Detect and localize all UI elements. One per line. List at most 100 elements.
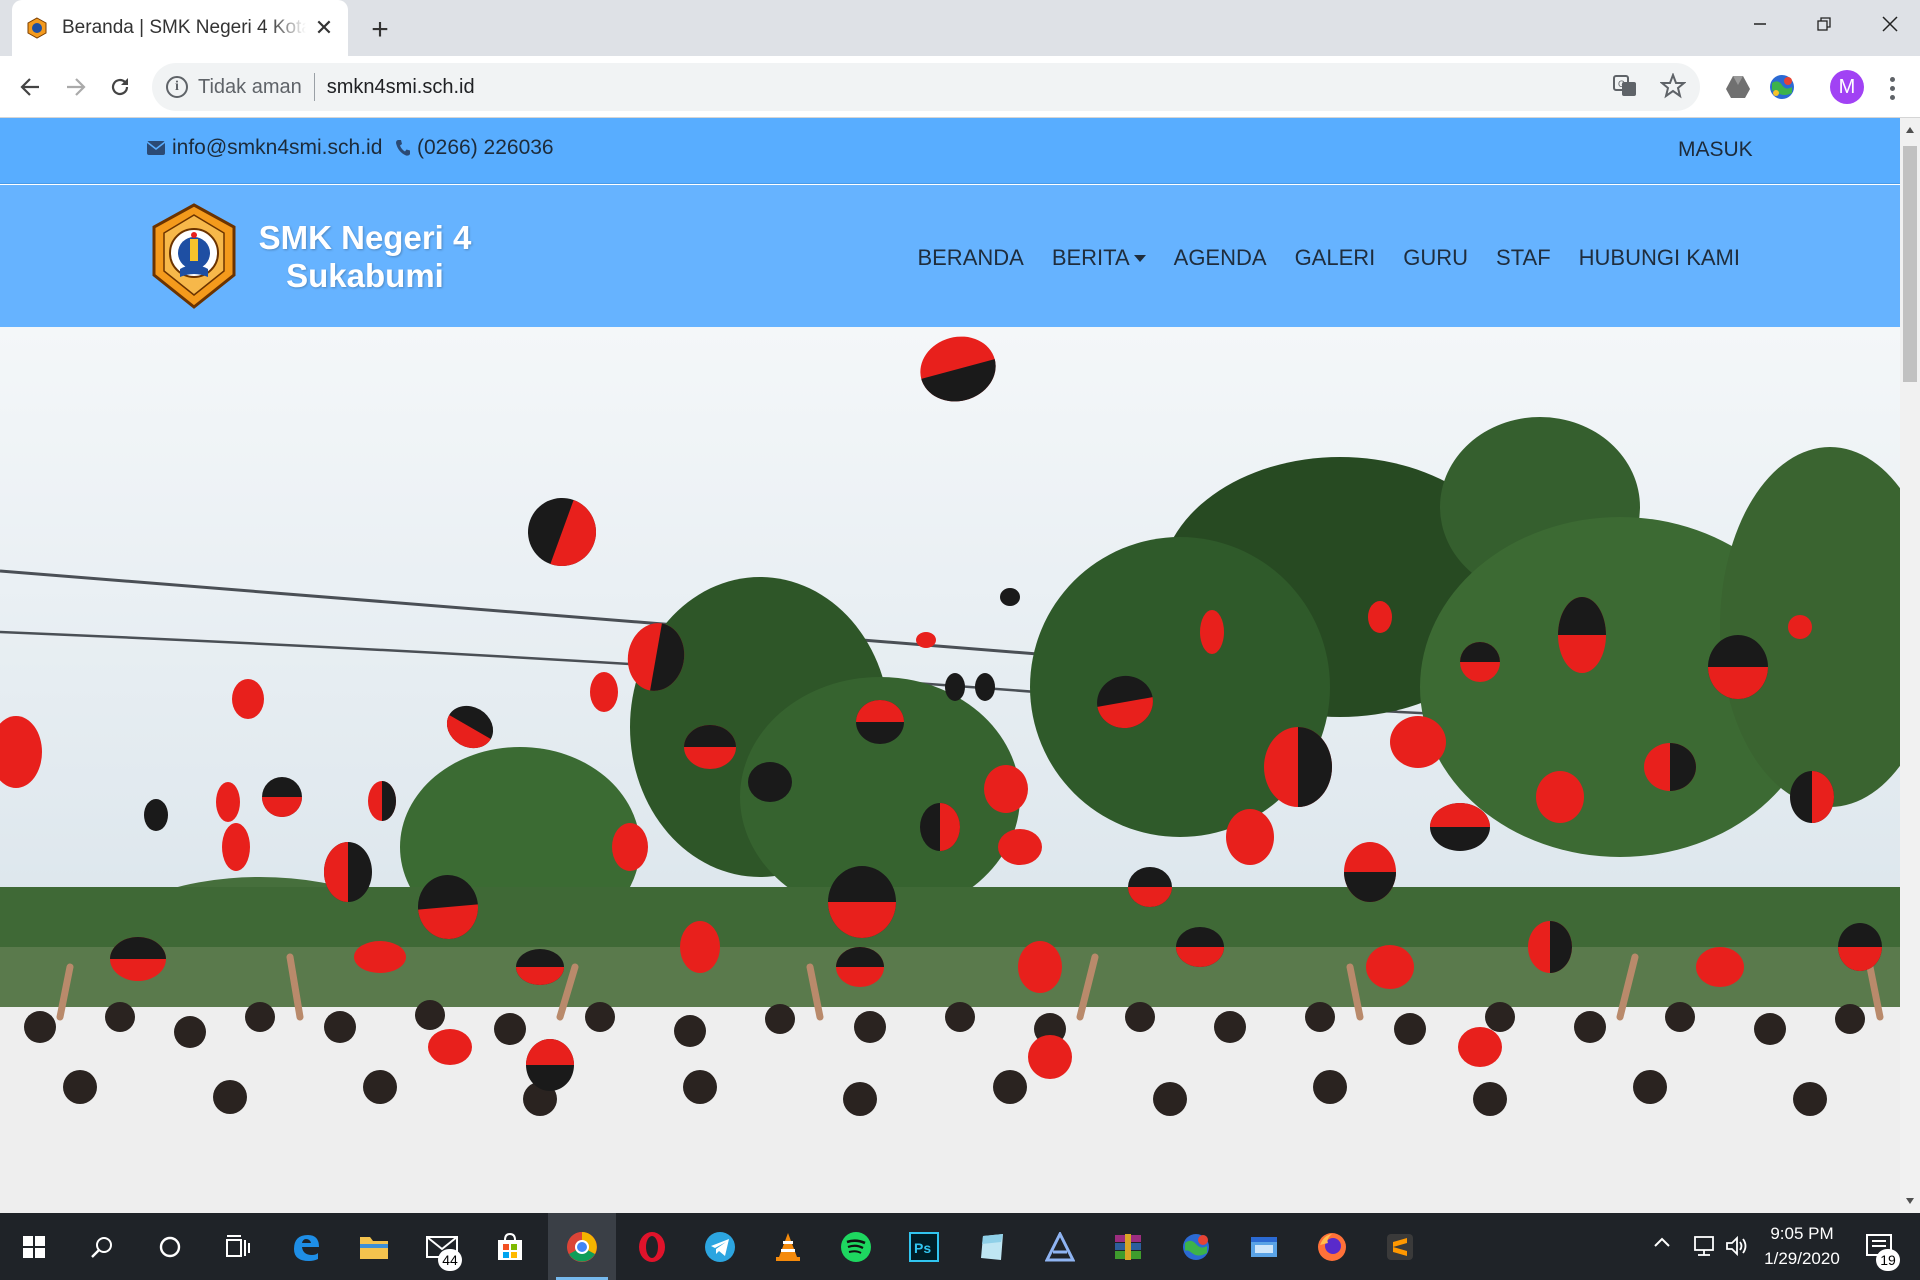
brand-title[interactable]: SMK Negeri 4 Sukabumi	[250, 219, 480, 295]
taskbar-edge[interactable]	[272, 1213, 340, 1280]
nav-berita-label: BERITA	[1051, 245, 1130, 270]
address-bar[interactable]: i Tidak aman smkn4smi.sch.id G	[152, 63, 1700, 111]
security-status[interactable]: Tidak aman	[198, 76, 302, 99]
tab-title: Beranda | SMK Negeri 4 Kota Sukabumi	[62, 17, 306, 38]
omnibox-actions: G	[1612, 73, 1686, 99]
volume-icon[interactable]	[1724, 1234, 1750, 1258]
info-icon[interactable]: i	[166, 76, 188, 98]
taskbar-winrar[interactable]	[1094, 1213, 1162, 1280]
windows-logo-icon	[23, 1235, 45, 1258]
firefox-icon	[1318, 1232, 1346, 1261]
caret-down-icon	[1133, 254, 1146, 262]
email-text[interactable]: info@smkn4smi.sch.id	[172, 136, 382, 160]
svg-text:Ps: Ps	[914, 1240, 931, 1256]
envelope-icon	[146, 141, 166, 155]
translate-icon[interactable]: G	[1612, 73, 1638, 99]
reload-icon	[111, 78, 129, 96]
taskbar-notes[interactable]	[958, 1213, 1026, 1280]
email-contact[interactable]: info@smkn4smi.sch.id	[146, 136, 382, 160]
task-view-button[interactable]	[204, 1213, 272, 1280]
bookmark-star-icon[interactable]	[1660, 73, 1686, 99]
browser-menu-button[interactable]	[1878, 72, 1906, 104]
taskbar-chrome[interactable]	[548, 1213, 616, 1280]
chevron-up-icon[interactable]	[1652, 1233, 1672, 1253]
task-view-icon	[226, 1234, 250, 1257]
nav-berita-dropdown[interactable]: BERITA	[1052, 245, 1146, 271]
globe-app-icon	[1183, 1233, 1209, 1260]
close-icon	[1882, 16, 1898, 32]
notes-app-icon	[981, 1233, 1003, 1260]
back-button[interactable]	[12, 69, 48, 105]
nav-beranda[interactable]: BERANDA	[917, 245, 1023, 271]
spotify-icon	[841, 1231, 871, 1262]
nav-staf[interactable]: STAF	[1496, 245, 1551, 271]
site-navbar: SMK Negeri 4 Sukabumi BERANDA BERITA AGE…	[0, 185, 1900, 327]
taskbar-app-window[interactable]	[1230, 1213, 1298, 1280]
edge-browser-icon	[294, 1234, 319, 1261]
phone-contact[interactable]: (0266) 226036	[395, 136, 554, 160]
close-window-button[interactable]	[1866, 6, 1914, 42]
nav-galeri[interactable]: GALERI	[1295, 245, 1376, 271]
hero-banner-image	[0, 327, 1900, 1213]
start-button[interactable]	[0, 1213, 68, 1280]
nav-agenda[interactable]: AGENDA	[1174, 245, 1267, 271]
telegram-icon	[705, 1231, 735, 1262]
taskbar-sublime[interactable]	[1366, 1213, 1434, 1280]
taskbar-mail[interactable]: 44	[408, 1213, 476, 1280]
phone-text: (0266) 226036	[417, 136, 554, 159]
taskbar-telegram[interactable]	[686, 1213, 754, 1280]
arrow-right-icon	[67, 78, 86, 96]
phone-icon	[396, 140, 410, 156]
minimize-window-button[interactable]	[1736, 6, 1784, 42]
winrar-icon	[1115, 1233, 1141, 1260]
url-text[interactable]: smkn4smi.sch.id	[327, 76, 475, 99]
new-tab-button[interactable]: +	[362, 12, 398, 48]
cortana-button[interactable]	[136, 1213, 204, 1280]
taskbar-file-explorer[interactable]	[340, 1213, 408, 1280]
window-app-icon	[1251, 1236, 1277, 1257]
nav-guru[interactable]: GURU	[1403, 245, 1468, 271]
clock-time: 9:05 PM	[1770, 1224, 1834, 1243]
brand-line-2: Sukabumi	[286, 257, 444, 294]
brand-line-1: SMK Negeri 4	[258, 219, 472, 256]
folder-icon	[360, 1236, 388, 1259]
mail-unread-badge: 44	[438, 1249, 462, 1271]
svg-text:G: G	[1618, 79, 1625, 89]
reload-button[interactable]	[102, 69, 138, 105]
store-bag-icon	[498, 1232, 522, 1260]
system-clock[interactable]: 9:05 PM 1/29/2020	[1760, 1221, 1844, 1271]
school-logo-icon[interactable]	[150, 203, 238, 311]
drive-extension-icon[interactable]	[1722, 71, 1754, 103]
taskbar-firefox[interactable]	[1298, 1213, 1366, 1280]
opera-icon	[639, 1231, 665, 1262]
restore-window-button[interactable]	[1800, 6, 1848, 42]
profile-avatar[interactable]: M	[1830, 70, 1864, 104]
page-scrollbar[interactable]	[1900, 118, 1920, 1213]
close-tab-icon[interactable]: ✕	[312, 15, 336, 40]
triangle-app-icon	[1045, 1231, 1075, 1261]
taskbar-photoshop[interactable]: Ps	[890, 1213, 958, 1280]
browser-tab[interactable]: Beranda | SMK Negeri 4 Kota Sukabumi ✕	[12, 0, 348, 56]
taskbar-store[interactable]	[476, 1213, 544, 1280]
globe-extension-icon[interactable]	[1766, 71, 1798, 103]
photoshop-icon: Ps	[909, 1231, 939, 1262]
taskbar-globe-app[interactable]	[1162, 1213, 1230, 1280]
contact-topbar: info@smkn4smi.sch.id (0266) 226036 MASUK	[0, 118, 1900, 184]
taskbar-app-a[interactable]	[1026, 1213, 1094, 1280]
forward-button[interactable]	[58, 69, 94, 105]
search-button[interactable]	[68, 1213, 136, 1280]
scroll-up-arrow-icon[interactable]	[1900, 118, 1920, 142]
scroll-down-arrow-icon[interactable]	[1900, 1189, 1920, 1213]
taskbar-opera[interactable]	[618, 1213, 686, 1280]
taskbar-vlc[interactable]	[754, 1213, 822, 1280]
network-icon[interactable]	[1692, 1234, 1718, 1258]
nav-hubungi-kami[interactable]: HUBUNGI KAMI	[1579, 245, 1740, 271]
browser-toolbar: i Tidak aman smkn4smi.sch.id G M	[0, 56, 1920, 118]
taskbar-spotify[interactable]	[822, 1213, 890, 1280]
cortana-circle-icon	[159, 1236, 181, 1257]
login-link[interactable]: MASUK	[1678, 138, 1753, 162]
minimize-icon	[1754, 23, 1766, 25]
scrollbar-thumb[interactable]	[1903, 146, 1917, 382]
vlc-cone-icon	[776, 1232, 800, 1261]
arrow-left-icon	[20, 78, 39, 96]
